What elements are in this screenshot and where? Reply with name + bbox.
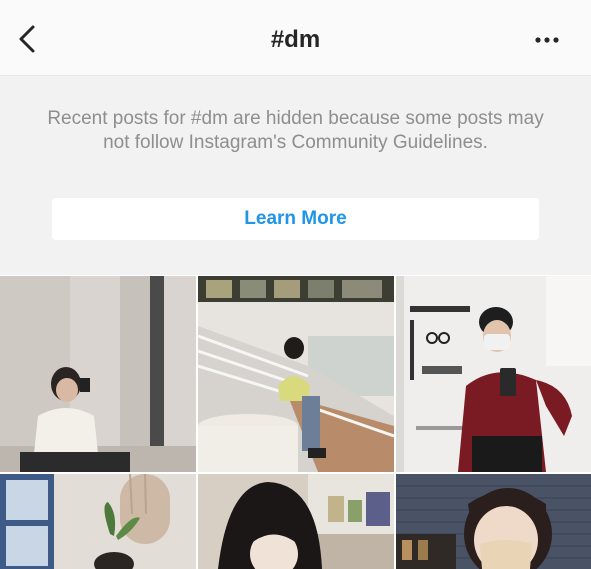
post-thumbnail[interactable]	[198, 474, 394, 569]
post-image	[396, 474, 591, 569]
post-image	[198, 276, 394, 472]
post-grid	[0, 276, 591, 569]
post-image	[396, 276, 591, 472]
more-horizontal-icon	[535, 37, 559, 43]
learn-more-button[interactable]: Learn More	[52, 198, 539, 240]
post-thumbnail[interactable]	[396, 474, 591, 569]
post-thumbnail[interactable]	[0, 474, 196, 569]
post-thumbnail[interactable]	[396, 276, 591, 472]
more-options-button[interactable]	[533, 28, 561, 48]
post-thumbnail[interactable]	[198, 276, 394, 472]
page-title: #dm	[270, 26, 321, 53]
post-image	[0, 276, 196, 472]
post-image	[198, 474, 394, 569]
hidden-posts-notice: Recent posts for #dm are hidden because …	[0, 76, 591, 275]
post-image	[0, 474, 196, 569]
post-thumbnail[interactable]	[0, 276, 196, 472]
notice-message: Recent posts for #dm are hidden because …	[47, 108, 544, 153]
top-bar: #dm	[0, 0, 591, 76]
